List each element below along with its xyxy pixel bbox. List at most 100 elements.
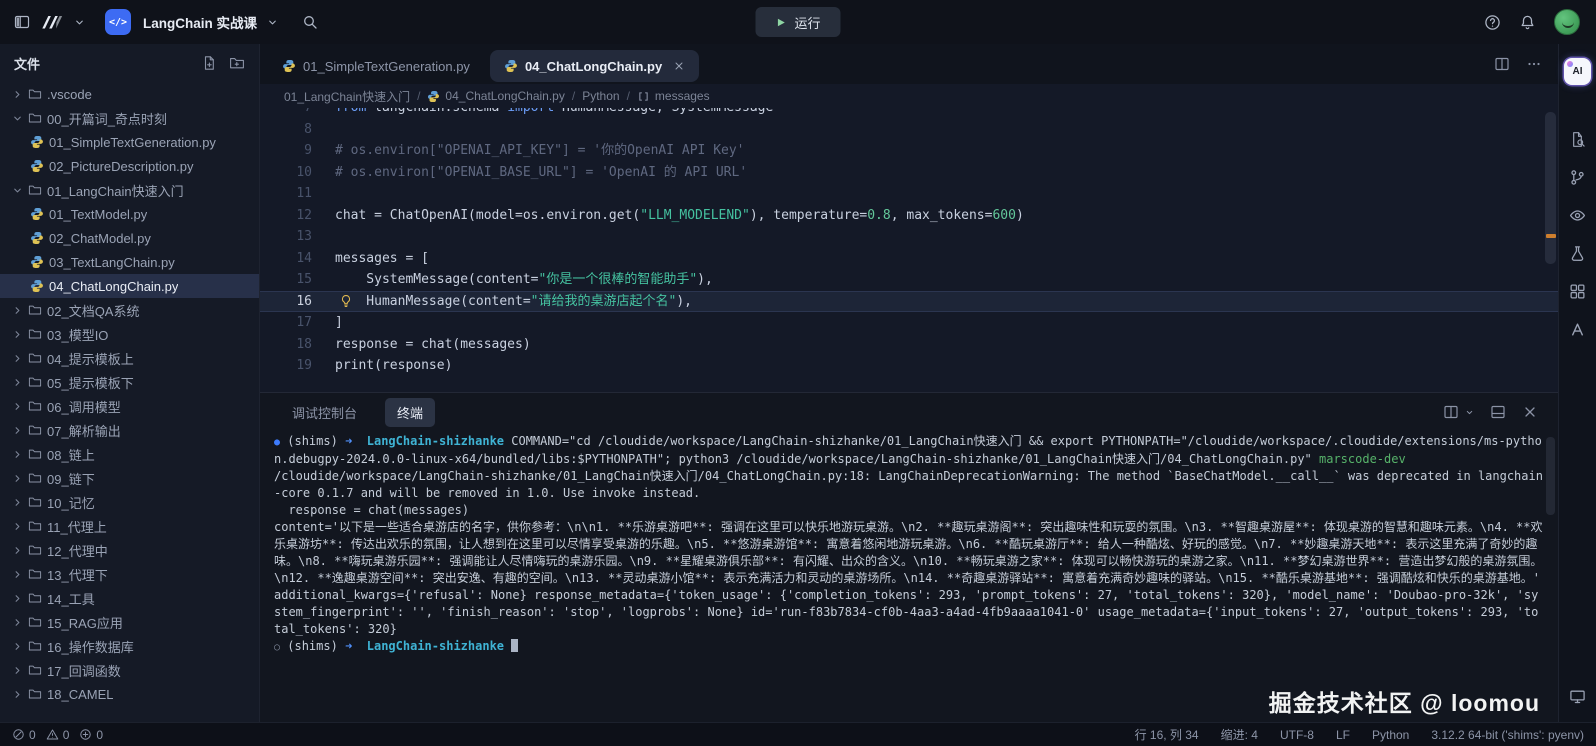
code-line[interactable]: 12chat = ChatOpenAI(model=os.environ.get… [260,205,1558,227]
code-line[interactable]: 16 HumanMessage(content="请给我的桌游店起个名"), [260,291,1558,313]
chevron-right-icon [12,473,23,484]
status-language-mode[interactable]: Python [1372,728,1409,742]
tree-folder[interactable]: .vscode [0,82,259,106]
tree-folder[interactable]: 15_RAG应用 [0,610,259,634]
extensions-grid-icon[interactable] [1569,283,1586,300]
status-warnings[interactable]: 0 [46,728,70,742]
run-button[interactable]: 运行 [755,7,840,37]
panel-close-icon[interactable] [1522,404,1538,420]
git-branch-icon[interactable] [1569,169,1586,186]
file-search-icon[interactable] [1569,131,1586,148]
project-chevron-icon[interactable] [267,17,278,28]
ai-assistant-icon[interactable]: AI [1564,58,1591,85]
workspace-badge-icon[interactable]: </> [105,9,131,35]
bell-icon[interactable] [1519,14,1536,31]
monitor-icon[interactable] [1569,688,1586,705]
tree-folder[interactable]: 16_操作数据库 [0,634,259,658]
code-line[interactable]: 19print(response) [260,355,1558,377]
lightbulb-icon[interactable] [339,294,353,308]
tree-file[interactable]: 01_SimpleTextGeneration.py [0,130,259,154]
tree-folder[interactable]: 06_调用模型 [0,394,259,418]
status-plus-circles[interactable]: 0 [79,728,103,742]
tree-folder[interactable]: 11_代理上 [0,514,259,538]
panel-tab-terminal[interactable]: 终端 [385,398,435,427]
editor-tab[interactable]: 04_ChatLongChain.py [490,50,699,82]
tree-file[interactable]: 03_TextLangChain.py [0,250,259,274]
breadcrumb-item[interactable]: 01_LangChain快速入门 [284,88,410,105]
code-line[interactable]: 10# os.environ["OPENAI_BASE_URL"] = 'Ope… [260,162,1558,184]
status-encoding[interactable]: UTF-8 [1280,728,1314,742]
code-line[interactable]: 14messages = [ [260,248,1558,270]
tree-folder[interactable]: 07_解析输出 [0,418,259,442]
play-icon [775,17,786,28]
tree-folder[interactable]: 10_记忆 [0,490,259,514]
flask-icon[interactable] [1569,245,1586,262]
code-line[interactable]: 8 [260,119,1558,141]
tree-folder[interactable]: 17_回调函数 [0,658,259,682]
breadcrumb-item[interactable]: messages [637,89,710,103]
code-line[interactable]: 17] [260,312,1558,334]
status-cursor-position[interactable]: 行 16, 列 34 [1135,726,1199,743]
more-actions-icon[interactable] [1526,56,1542,72]
code-line[interactable]: 15 SystemMessage(content="你是一个很棒的智能助手"), [260,269,1558,291]
breadcrumb-separator: / [627,89,630,103]
tree-file[interactable]: 02_PictureDescription.py [0,154,259,178]
status-errors[interactable]: 0 [12,728,36,742]
terminal-output[interactable]: ● (shims) ➜ LangChain-shizhanke COMMAND=… [260,431,1558,717]
tree-item-label: 03_模型IO [47,325,108,344]
tree-folder[interactable]: 09_链下 [0,466,259,490]
breadcrumb-item[interactable]: Python [582,89,619,103]
tree-folder[interactable]: 05_提示模板下 [0,370,259,394]
terminal-split-chevron-icon[interactable] [1465,408,1474,417]
new-folder-icon[interactable] [229,55,245,71]
code-text: response = chat(messages) [335,334,531,356]
breadcrumb-item[interactable]: 04_ChatLongChain.py [427,89,564,103]
status-python-interpreter[interactable]: 3.12.2 64-bit ('shims': pyenv) [1431,728,1584,742]
code-text: # os.environ["OPENAI_API_KEY"] = '你的Open… [335,140,745,162]
editor-scrollbar[interactable] [1545,112,1556,264]
editor-tab[interactable]: 01_SimpleTextGeneration.py [268,50,484,82]
project-name[interactable]: LangChain 实战课 [143,12,257,32]
tree-file[interactable]: 01_TextModel.py [0,202,259,226]
sidebar-toggle-icon[interactable] [14,14,30,30]
code-line[interactable]: 7from langchain.schema import HumanMessa… [260,108,1558,119]
tree-folder[interactable]: 02_文档QA系统 [0,298,259,322]
help-icon[interactable] [1484,14,1501,31]
tree-folder[interactable]: 03_模型IO [0,322,259,346]
code-line[interactable]: 13 [260,226,1558,248]
eye-icon[interactable] [1569,207,1586,224]
status-eol[interactable]: LF [1336,728,1350,742]
code-line[interactable]: 9# os.environ["OPENAI_API_KEY"] = '你的Ope… [260,140,1558,162]
logo-chevron-icon[interactable] [74,17,85,28]
code-line[interactable]: 18response = chat(messages) [260,334,1558,356]
panel-tab-debug-console[interactable]: 调试控制台 [280,398,369,427]
explorer-header: 文件 [0,44,259,82]
folder-icon [28,591,42,605]
tab-close-icon[interactable] [673,60,685,72]
tree-folder[interactable]: 00_开篇词_奇点时刻 [0,106,259,130]
tab-label: 04_ChatLongChain.py [525,59,662,74]
tree-folder[interactable]: 01_LangChain快速入门 [0,178,259,202]
terminal-scrollbar[interactable] [1546,437,1555,515]
panel-layout-icon[interactable] [1490,404,1506,420]
font-a-icon[interactable] [1569,321,1586,338]
marscode-logo-icon[interactable] [40,14,64,31]
tree-file[interactable]: 02_ChatModel.py [0,226,259,250]
tree-folder[interactable]: 12_代理中 [0,538,259,562]
tree-folder[interactable]: 04_提示模板上 [0,346,259,370]
tree-file[interactable]: 04_ChatLongChain.py [0,274,259,298]
search-icon[interactable] [302,14,318,30]
tree-folder[interactable]: 08_链上 [0,442,259,466]
split-editor-icon[interactable] [1494,56,1510,72]
tree-folder[interactable]: 18_CAMEL [0,682,259,706]
new-file-icon[interactable] [201,55,217,71]
tree-folder[interactable]: 13_代理下 [0,562,259,586]
status-count: 0 [63,728,70,742]
avatar[interactable] [1554,9,1580,35]
tree-folder[interactable]: 14_工具 [0,586,259,610]
code-line[interactable]: 11 [260,183,1558,205]
code-editor[interactable]: 7from langchain.schema import HumanMessa… [260,108,1558,392]
terminal-split-icon[interactable] [1443,404,1459,420]
tree-item-label: 04_ChatLongChain.py [49,279,178,294]
status-indentation[interactable]: 缩进: 4 [1221,726,1258,743]
